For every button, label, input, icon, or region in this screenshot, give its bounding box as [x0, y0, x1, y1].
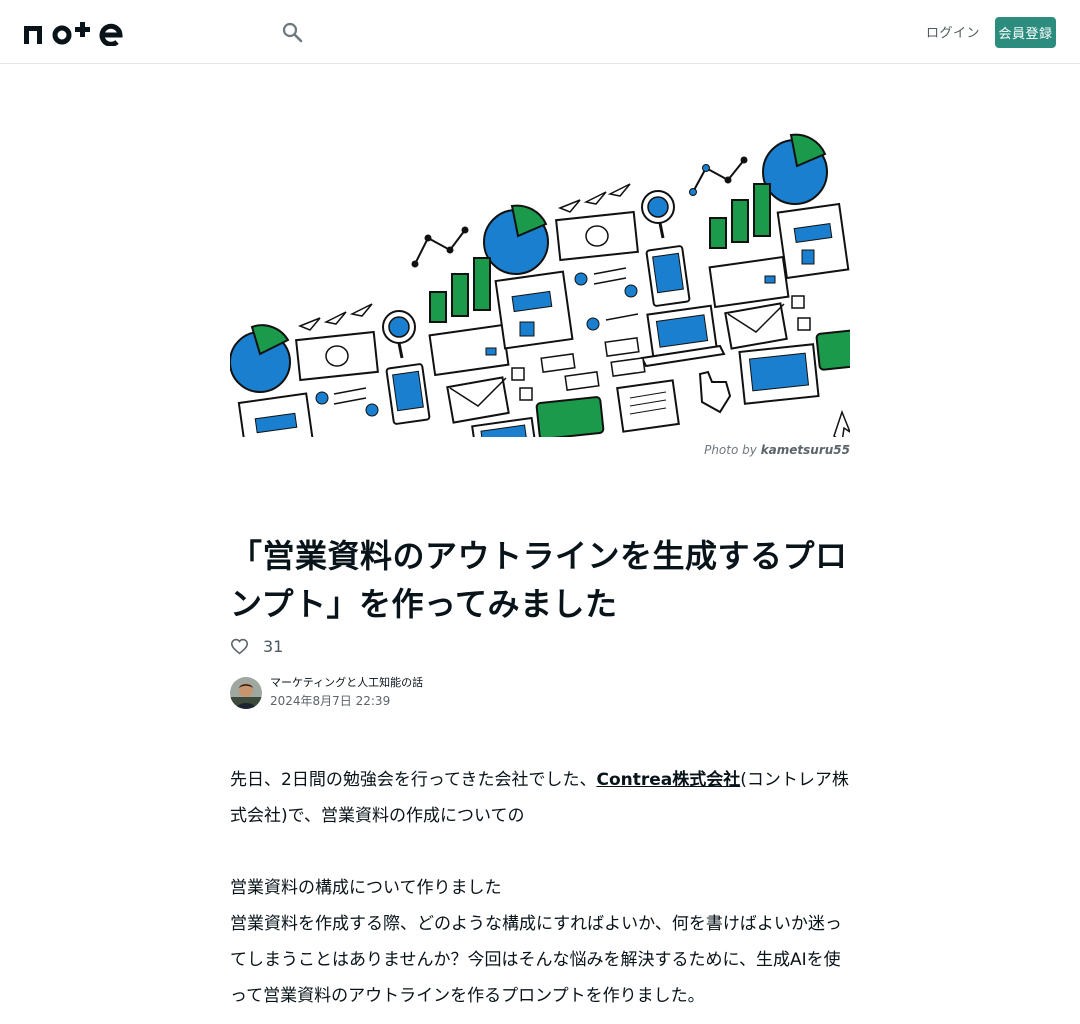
photo-credit: Photo by kametsuru55 [230, 443, 850, 457]
signup-button[interactable]: 会員登録 [995, 17, 1056, 48]
author-name[interactable]: マーケティングと人工知能の話 [270, 675, 423, 691]
hero-image [230, 126, 850, 437]
publish-date: 2024年8月7日 22:39 [270, 694, 391, 708]
paragraph-heading: 営業資料の構成について作りました [230, 878, 502, 898]
site-header: ログイン 会員登録 [0, 0, 1080, 64]
photo-credit-prefix: Photo by [704, 443, 757, 457]
note-logo[interactable] [24, 18, 124, 46]
author-block: マーケティングと人工知能の話 2024年8月7日 22:39 [230, 675, 423, 710]
article-body: 先日、2日間の勉強会を行ってきた会社でした、Contrea株式会社(コントレア株… [230, 762, 855, 1014]
search-icon[interactable] [280, 20, 304, 44]
company-link[interactable]: Contrea株式会社 [596, 770, 740, 790]
hero-illustration [230, 133, 850, 437]
paragraph-body: 営業資料を作成する際、どのような構成にすればよいか、何を書けばよいか迷ってしまう… [230, 914, 842, 1006]
avatar[interactable] [230, 676, 262, 709]
like-count: 31 [263, 636, 284, 656]
like-button[interactable]: 31 [230, 634, 283, 658]
intro-text: 先日、2日間の勉強会を行ってきた会社でした、 [230, 770, 597, 790]
login-link[interactable]: ログイン [926, 22, 980, 41]
paragraph-intro: 先日、2日間の勉強会を行ってきた会社でした、Contrea株式会社(コントレア株… [230, 762, 855, 834]
heart-icon[interactable] [230, 638, 249, 655]
photo-credit-author[interactable]: kametsuru55 [761, 443, 850, 457]
article-title: 「営業資料のアウトラインを生成するプロンプト」を作ってみました [230, 537, 848, 623]
